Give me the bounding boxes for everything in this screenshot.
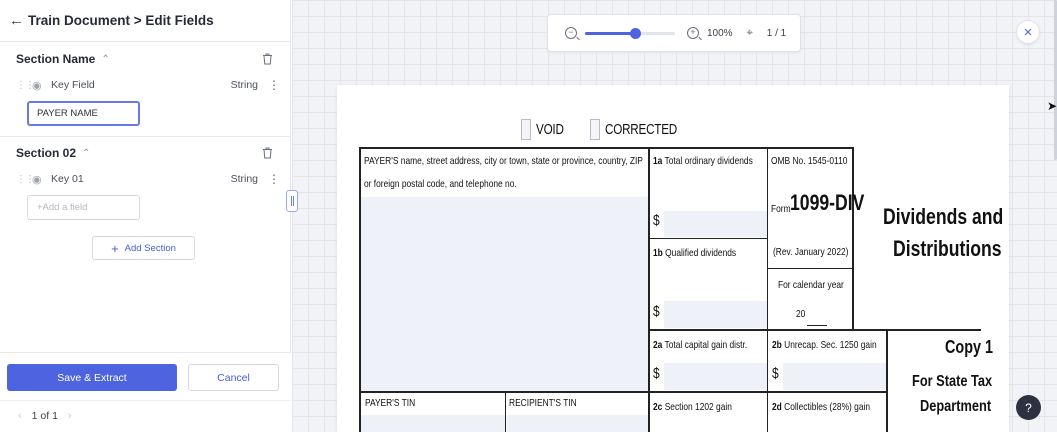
void-checkbox[interactable]: [521, 119, 531, 140]
fit-screen-icon[interactable]: ⌖: [747, 27, 753, 40]
dollar-sign: $: [653, 212, 660, 229]
panel-header: ← Train Document > Edit Fields: [0, 0, 290, 42]
close-icon[interactable]: ✕: [1016, 20, 1040, 44]
section-card: Section Name ⌃ ⋮⋮ ◉ Key Field String ⋮ P…: [0, 42, 290, 137]
calendar-year-value: 20: [796, 308, 806, 320]
payer-tin-label: PAYER'S TIN: [365, 397, 416, 409]
dollar-sign: $: [772, 365, 779, 382]
field-type[interactable]: String: [231, 79, 258, 91]
drag-handle-icon[interactable]: ⋮⋮: [16, 80, 35, 91]
dollar-sign: $: [653, 303, 660, 320]
more-options-icon[interactable]: ⋮: [268, 78, 280, 92]
chevron-left-icon[interactable]: ‹: [18, 410, 22, 422]
add-section-button[interactable]: + Add Section: [92, 236, 195, 260]
field-name: Key Field: [51, 79, 95, 91]
field-row: ⋮⋮ ◉ Key 01 String ⋮: [0, 169, 290, 189]
field-row: ⋮⋮ ◉ Key Field String ⋮: [0, 75, 290, 95]
trash-icon[interactable]: [260, 52, 274, 66]
zoom-out-icon[interactable]: −: [565, 27, 577, 39]
panel-footer: Save & Extract Cancel ‹ 1 of 1 ›: [0, 352, 291, 432]
document-page: VOID CORRECTED PAYER'S name, street addr…: [337, 85, 1009, 432]
more-options-icon[interactable]: ⋮: [268, 172, 280, 186]
divider: [0, 400, 291, 401]
corrected-checkbox[interactable]: [590, 119, 600, 140]
add-field-input[interactable]: +Add a field: [27, 195, 140, 220]
box-2a-label: 2a Total capital gain distr.: [653, 339, 748, 351]
dollar-sign: $: [653, 365, 660, 382]
payer-box-label: PAYER'S name, street address, city or to…: [364, 155, 643, 167]
add-section-label: Add Section: [124, 242, 176, 254]
save-extract-button[interactable]: Save & Extract: [7, 364, 177, 391]
panel-collapse-handle[interactable]: [286, 190, 298, 212]
zoom-level: 100%: [707, 27, 733, 39]
field-value-input[interactable]: PAYER NAME: [27, 101, 140, 126]
omb-number: OMB No. 1545-0110: [771, 155, 848, 167]
drag-handle-icon[interactable]: ⋮⋮: [16, 174, 35, 185]
eye-icon[interactable]: ◉: [32, 79, 46, 92]
form-name: 1099-DIV: [790, 190, 865, 215]
section-name: Section 02: [16, 146, 77, 160]
plus-icon: +: [111, 240, 119, 256]
recipient-tin-label: RECIPIENT'S TIN: [509, 397, 577, 409]
zoom-in-icon[interactable]: +: [687, 27, 699, 39]
field-type[interactable]: String: [231, 173, 258, 185]
zoom-toolbar: − + 100% ⌖ 1 / 1: [547, 14, 801, 52]
box-2b-label: 2b Unrecap. Sec. 1250 gain: [772, 339, 877, 351]
corrected-label: CORRECTED: [605, 121, 678, 138]
box-2d-label: 2d Collectibles (28%) gain: [772, 401, 871, 413]
revision-date: (Rev. January 2022): [773, 246, 849, 258]
box-2c-label: 2c Section 1202 gain: [653, 401, 732, 413]
copy-subtitle: Department: [920, 398, 992, 415]
section-header[interactable]: Section 02 ⌃: [0, 137, 290, 169]
page-indicator: 1 / 1: [766, 27, 787, 39]
copy-title: Copy 1: [945, 337, 994, 357]
zoom-slider[interactable]: [585, 27, 675, 39]
arrow-left-icon[interactable]: ←: [9, 12, 25, 29]
section-name: Section Name: [16, 52, 96, 66]
field-name: Key 01: [51, 173, 84, 185]
form-title: Distributions: [893, 236, 1002, 261]
calendar-year-label: For calendar year: [778, 279, 844, 291]
void-label: VOID: [536, 121, 564, 138]
cancel-button[interactable]: Cancel: [188, 364, 279, 391]
form-title: Dividends and: [883, 204, 1004, 229]
left-panel: ← Train Document > Edit Fields Section N…: [0, 0, 291, 432]
document-viewer: − + 100% ⌖ 1 / 1 ✕ ➤ ? VOID CORRECTED PA…: [292, 0, 1057, 432]
payer-box-label: or foreign postal code, and telephone no…: [364, 178, 517, 190]
section-header[interactable]: Section Name ⌃: [0, 43, 290, 75]
page-title: Train Document > Edit Fields: [28, 13, 214, 28]
chevron-up-icon[interactable]: ⌃: [101, 54, 109, 65]
pager: ‹ 1 of 1 ›: [18, 410, 72, 422]
chevron-right-icon[interactable]: ›: [68, 410, 72, 422]
copy-subtitle: For State Tax: [912, 373, 993, 390]
page-count: 1 of 1: [31, 410, 58, 422]
form-prefix: Form: [771, 203, 791, 215]
box-1a-label: 1a Total ordinary dividends: [653, 155, 753, 167]
chevron-up-icon[interactable]: ⌃: [82, 148, 90, 159]
box-1b-label: 1b Qualified dividends: [653, 247, 737, 259]
trash-icon[interactable]: [260, 146, 274, 160]
cursor-icon: ➤: [1047, 99, 1057, 113]
eye-icon[interactable]: ◉: [32, 173, 46, 186]
help-button[interactable]: ?: [1016, 395, 1041, 420]
